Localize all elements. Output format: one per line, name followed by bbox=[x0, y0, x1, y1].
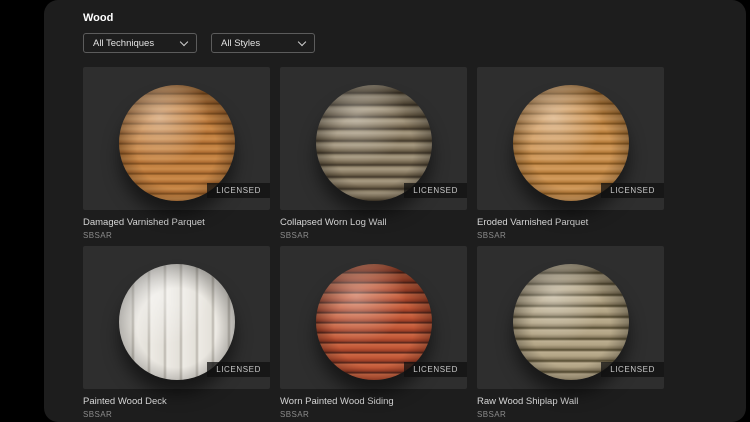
licensed-badge: LICENSED bbox=[404, 362, 467, 377]
material-card[interactable]: LICENSED Worn Painted Wood Siding SBSAR bbox=[280, 246, 467, 419]
material-name: Raw Wood Shiplap Wall bbox=[477, 396, 579, 407]
material-format: SBSAR bbox=[477, 410, 507, 419]
material-card[interactable]: LICENSED Collapsed Worn Log Wall SBSAR bbox=[280, 67, 467, 240]
licensed-badge: LICENSED bbox=[404, 183, 467, 198]
licensed-badge: LICENSED bbox=[207, 362, 270, 377]
styles-filter-label: All Styles bbox=[221, 37, 261, 49]
material-format: SBSAR bbox=[280, 231, 310, 240]
material-format: SBSAR bbox=[83, 410, 113, 419]
materials-grid: LICENSED Damaged Varnished Parquet SBSAR… bbox=[83, 67, 746, 419]
material-format: SBSAR bbox=[280, 410, 310, 419]
material-name: Eroded Varnished Parquet bbox=[477, 217, 589, 228]
material-name: Worn Painted Wood Siding bbox=[280, 396, 394, 407]
material-card[interactable]: LICENSED Damaged Varnished Parquet SBSAR bbox=[83, 67, 270, 240]
material-card[interactable]: LICENSED Raw Wood Shiplap Wall SBSAR bbox=[477, 246, 664, 419]
material-thumbnail[interactable]: LICENSED bbox=[83, 67, 270, 210]
chevron-down-icon bbox=[179, 37, 189, 46]
material-card[interactable]: LICENSED Painted Wood Deck SBSAR bbox=[83, 246, 270, 419]
material-thumbnail[interactable]: LICENSED bbox=[280, 246, 467, 389]
chevron-down-icon bbox=[297, 37, 307, 46]
material-format: SBSAR bbox=[83, 231, 113, 240]
assets-panel: Wood All Techniques All Styles LICENSED … bbox=[44, 0, 746, 422]
material-name: Collapsed Worn Log Wall bbox=[280, 217, 387, 228]
filter-bar: All Techniques All Styles bbox=[83, 33, 746, 53]
licensed-badge: LICENSED bbox=[207, 183, 270, 198]
licensed-badge: LICENSED bbox=[601, 362, 664, 377]
material-thumbnail[interactable]: LICENSED bbox=[477, 246, 664, 389]
material-card[interactable]: LICENSED Eroded Varnished Parquet SBSAR bbox=[477, 67, 664, 240]
material-thumbnail[interactable]: LICENSED bbox=[83, 246, 270, 389]
licensed-badge: LICENSED bbox=[601, 183, 664, 198]
category-title: Wood bbox=[83, 12, 114, 24]
techniques-filter-label: All Techniques bbox=[93, 37, 155, 49]
material-format: SBSAR bbox=[477, 231, 507, 240]
material-name: Damaged Varnished Parquet bbox=[83, 217, 205, 228]
material-thumbnail[interactable]: LICENSED bbox=[280, 67, 467, 210]
styles-filter-dropdown[interactable]: All Styles bbox=[211, 33, 315, 53]
techniques-filter-dropdown[interactable]: All Techniques bbox=[83, 33, 197, 53]
material-name: Painted Wood Deck bbox=[83, 396, 167, 407]
material-thumbnail[interactable]: LICENSED bbox=[477, 67, 664, 210]
